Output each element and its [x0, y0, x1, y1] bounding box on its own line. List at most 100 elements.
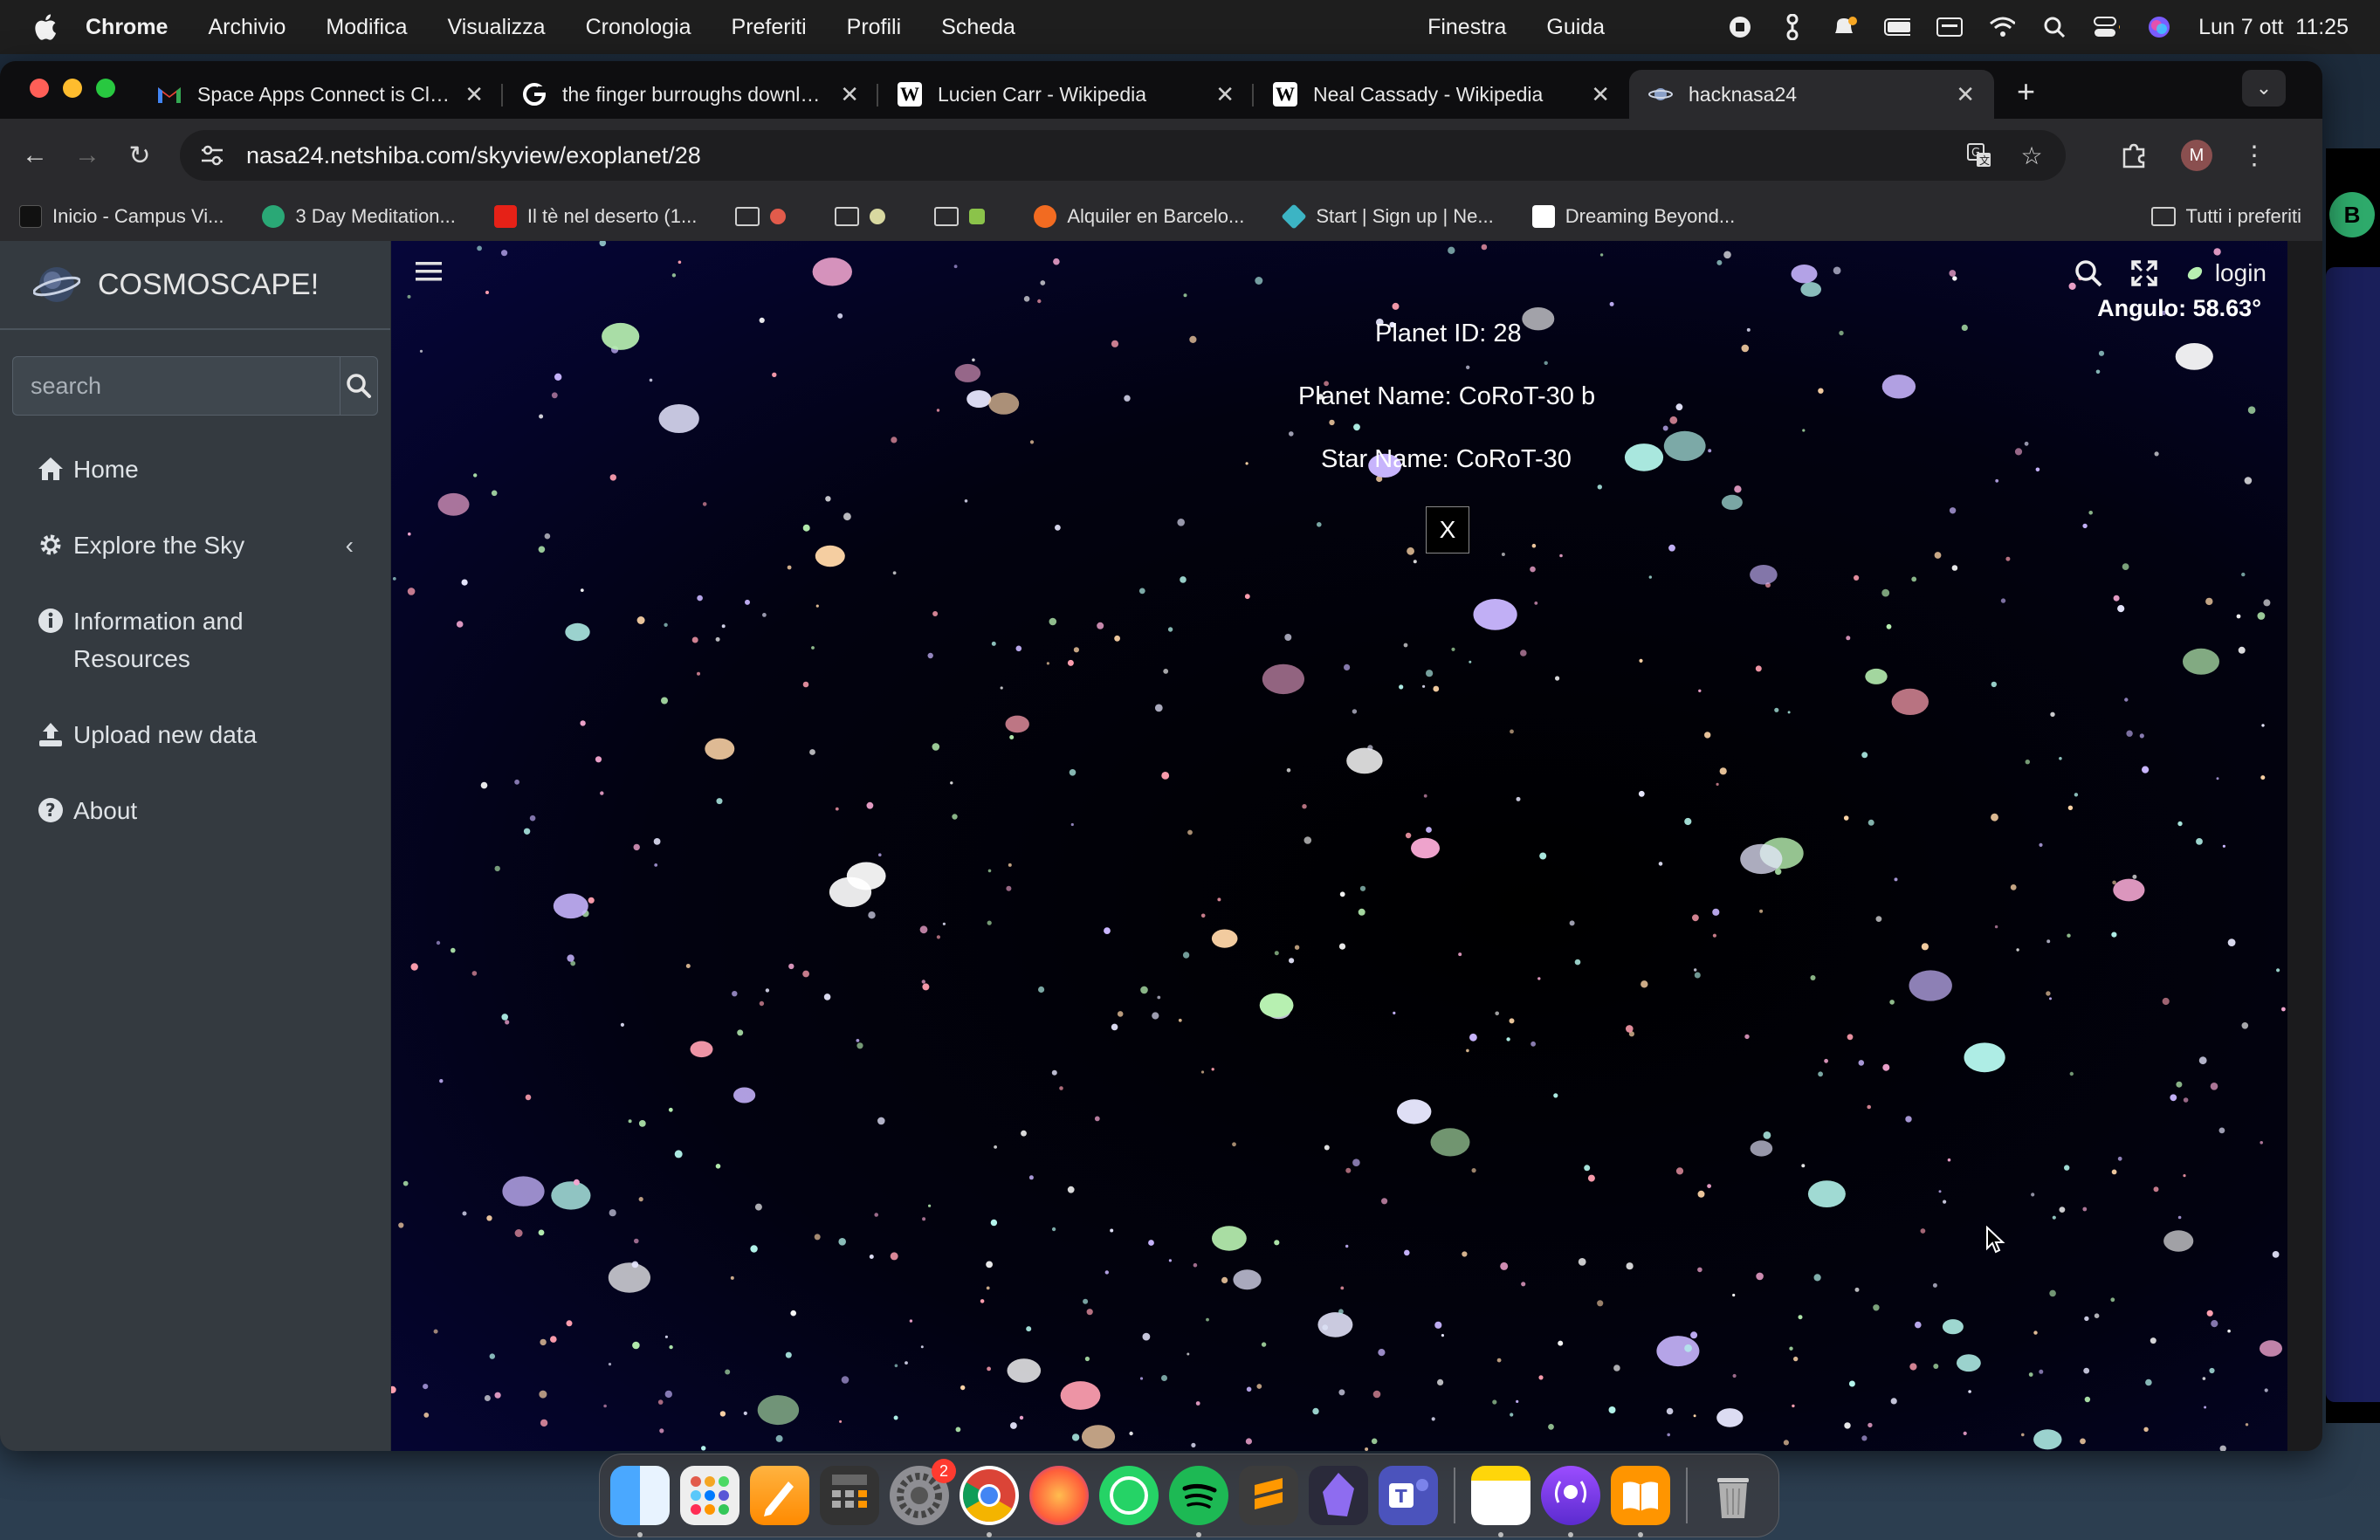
star-dot[interactable]: [757, 1395, 800, 1426]
star-dot[interactable]: [2064, 1165, 2070, 1171]
star-dot[interactable]: [423, 1413, 430, 1418]
star-dot[interactable]: [2183, 648, 2219, 675]
star-dot[interactable]: [2126, 730, 2133, 737]
star-dot[interactable]: [2028, 1372, 2033, 1377]
star-dot[interactable]: [2005, 556, 2011, 561]
star-dot[interactable]: [1462, 1251, 1468, 1257]
bookmark-folder-3[interactable]: [934, 207, 995, 226]
star-dot[interactable]: [1138, 588, 1145, 595]
star-dot[interactable]: [1692, 914, 1699, 922]
star-dot[interactable]: [1741, 344, 1750, 353]
star-dot[interactable]: [2010, 884, 2017, 890]
star-dot[interactable]: [2025, 760, 2030, 765]
star-dot[interactable]: [471, 971, 478, 976]
star-dot[interactable]: [1608, 1406, 1616, 1413]
star-dot[interactable]: [1365, 1447, 1369, 1451]
star-dot[interactable]: [2260, 775, 2266, 780]
star-dot[interactable]: [994, 1145, 997, 1149]
star-dot[interactable]: [2035, 467, 2040, 472]
star-dot[interactable]: [494, 865, 500, 872]
star-dot[interactable]: [653, 838, 661, 845]
star-dot[interactable]: [1148, 1240, 1154, 1246]
star-dot[interactable]: [1810, 975, 1816, 980]
star-dot[interactable]: [1345, 1244, 1349, 1248]
star-dot[interactable]: [1624, 443, 1664, 471]
star-dot[interactable]: [1963, 1431, 1967, 1435]
star-dot[interactable]: [1049, 617, 1057, 626]
star-dot[interactable]: [986, 1261, 993, 1268]
star-dot[interactable]: [1104, 927, 1111, 934]
star-dot[interactable]: [1110, 1228, 1114, 1233]
star-dot[interactable]: [1086, 1309, 1093, 1316]
star-dot[interactable]: [772, 372, 777, 377]
tab-close-icon[interactable]: ✕: [1215, 81, 1235, 108]
star-dot[interactable]: [922, 983, 930, 991]
star-dot[interactable]: [1180, 576, 1187, 583]
star-dot[interactable]: [1991, 681, 1997, 688]
star-dot[interactable]: [1139, 1377, 1144, 1380]
close-window-button[interactable]: [30, 79, 49, 98]
search-button[interactable]: [340, 356, 378, 416]
menu-app-name[interactable]: Chrome: [86, 15, 168, 40]
star-dot[interactable]: [580, 720, 586, 726]
star-dot[interactable]: [1949, 507, 1957, 514]
bookmark-start[interactable]: Start | Sign up | Ne...: [1281, 203, 1494, 230]
star-dot[interactable]: [1021, 1130, 1027, 1137]
star-dot[interactable]: [2216, 777, 2219, 780]
star-dot[interactable]: [1719, 767, 1727, 775]
star-dot[interactable]: [2074, 793, 2079, 797]
hamburger-menu-icon[interactable]: [416, 260, 442, 283]
star-dot[interactable]: [1372, 1390, 1381, 1399]
bookmark-inicio[interactable]: Inicio - Campus Vi...: [19, 205, 224, 228]
star-dot[interactable]: [2084, 1396, 2091, 1403]
star-dot[interactable]: [972, 358, 975, 362]
star-dot[interactable]: [2122, 563, 2129, 570]
star-dot[interactable]: [1721, 494, 1743, 510]
star-dot[interactable]: [892, 571, 897, 575]
star-dot[interactable]: [716, 798, 723, 805]
star-dot[interactable]: [1693, 1414, 1696, 1418]
star-dot[interactable]: [2145, 1378, 2152, 1386]
star-dot[interactable]: [1140, 986, 1148, 994]
menu-profili[interactable]: Profili: [847, 15, 902, 40]
tab-space-apps[interactable]: Space Apps Connect is Closing ✕: [138, 70, 503, 119]
star-dot[interactable]: [2139, 733, 2144, 739]
bookmark-dreaming[interactable]: Dreaming Beyond...: [1531, 205, 1735, 228]
star-dot[interactable]: [1104, 1270, 1109, 1275]
star-dot[interactable]: [1943, 1200, 1947, 1204]
star-dot[interactable]: [1274, 1240, 1280, 1246]
star-dot[interactable]: [2261, 724, 2265, 727]
star-dot[interactable]: [1716, 782, 1719, 787]
star-dot[interactable]: [1656, 1336, 1700, 1367]
star-dot[interactable]: [603, 1404, 607, 1408]
star-dot[interactable]: [1848, 1380, 1855, 1387]
star-dot[interactable]: [790, 1310, 796, 1317]
star-dot[interactable]: [691, 636, 698, 643]
star-dot[interactable]: [1015, 645, 1022, 652]
star-dot[interactable]: [1991, 813, 1998, 822]
star-dot[interactable]: [953, 265, 958, 269]
star-dot[interactable]: [843, 512, 851, 521]
star-dot[interactable]: [1755, 665, 1762, 672]
star-dot[interactable]: [1587, 1174, 1595, 1182]
star-dot[interactable]: [685, 964, 691, 968]
star-dot[interactable]: [1142, 1332, 1151, 1341]
star-dot[interactable]: [1008, 863, 1012, 867]
star-dot[interactable]: [1961, 324, 1968, 331]
star-dot[interactable]: [2222, 844, 2225, 848]
star-dot[interactable]: [823, 993, 831, 1000]
record-icon[interactable]: [1727, 14, 1753, 40]
star-dot[interactable]: [661, 697, 668, 705]
star-dot[interactable]: [1584, 1165, 1591, 1172]
star-dot[interactable]: [1053, 258, 1060, 265]
star-dot[interactable]: [1339, 891, 1345, 897]
star-dot[interactable]: [1051, 1069, 1057, 1076]
star-dot[interactable]: [2241, 572, 2246, 577]
star-dot[interactable]: [2082, 523, 2088, 529]
star-dot[interactable]: [1938, 1190, 1942, 1193]
star-dot[interactable]: [1426, 670, 1434, 677]
star-dot[interactable]: [1059, 1086, 1063, 1090]
wifi-icon[interactable]: [1989, 14, 2016, 40]
star-dot[interactable]: [1712, 908, 1720, 916]
star-dot[interactable]: [1221, 1276, 1228, 1283]
